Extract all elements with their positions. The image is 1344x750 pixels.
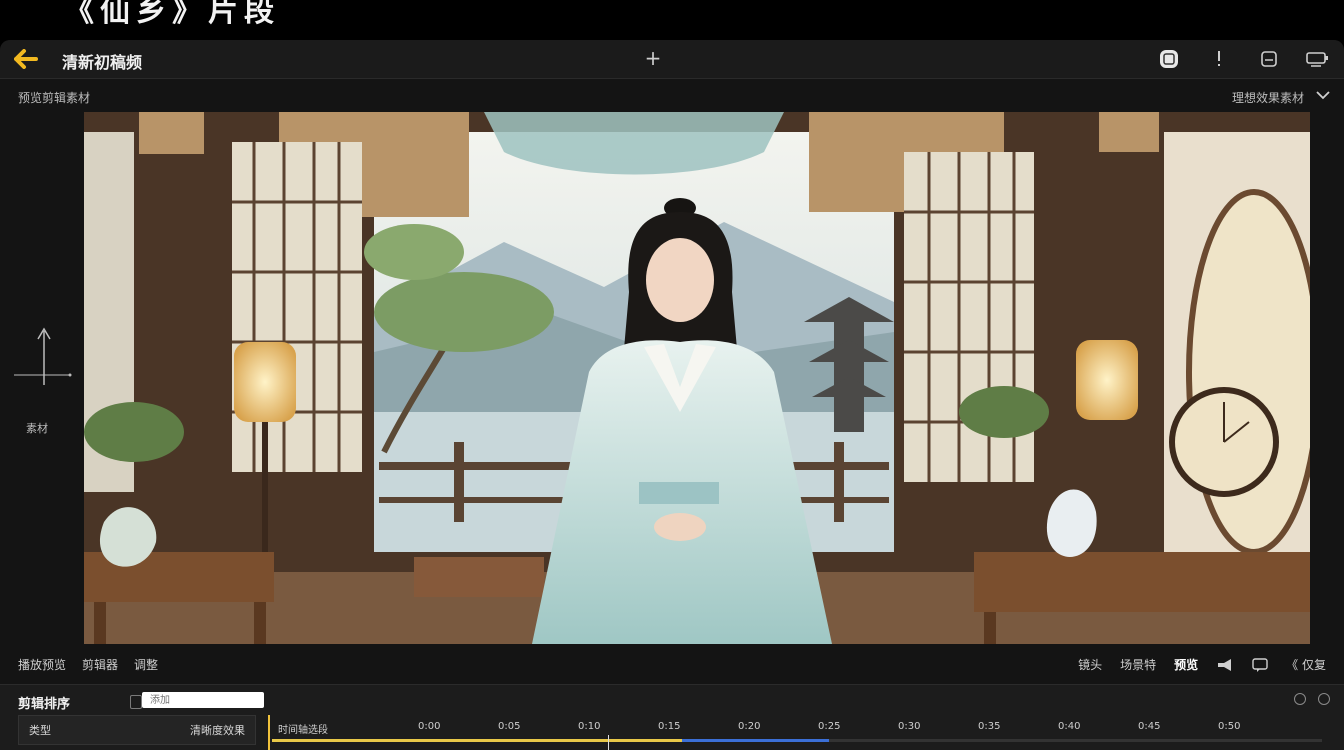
adjust-button[interactable]: 调整 [134,656,158,673]
timeline-title: 剪辑排序 [18,697,71,712]
preview-frame-image [84,112,1310,644]
app-badge-button[interactable] [1158,48,1180,70]
timeline-tick-label: 0:40 [1058,721,1081,732]
move-axis-icon [14,327,72,385]
banner-title: 《仙乡》片段 [64,0,280,29]
editor-window: 清新初稿频 + 预览剪辑素材 理想效果素材 素材 播放预览 剪辑器 调整 镜头 … [0,40,1344,750]
timeline-progress-played [272,739,682,742]
more-vertical-icon [1218,51,1220,66]
timeline-tick-label: 0:35 [978,721,1001,732]
zoom-in-icon[interactable] [1318,693,1330,705]
timeline-tick-label: 0:50 [1218,721,1241,732]
playhead-handle[interactable] [608,735,609,750]
chevron-down-icon[interactable] [1314,87,1332,103]
titlebar: 清新初稿频 + [0,40,1344,79]
timeline-tick-label: 0:45 [1138,721,1161,732]
search-icon [130,695,142,709]
revert-button[interactable]: 《 仅复 [1286,656,1326,673]
preview-source-label: 预览剪辑素材 [18,91,91,105]
timeline-tick-label: 0:25 [818,721,841,732]
timeline-panel: 剪辑排序 类型 清晰度效果 时间轴选段 0:00 0:05 0:10 0:15 0:20 0… [0,684,1344,750]
timeline-progress-selected [682,739,829,742]
timeline-ruler-label: 时间轴选段 [278,725,328,736]
preview-tab[interactable]: 预览 [1174,656,1198,673]
timeline-tick-label: 0:05 [498,721,521,732]
play-preview-button[interactable]: 播放预览 [18,656,66,673]
timeline-tick-label: 0:20 [738,721,761,732]
timeline-tick-label: 0:10 [578,721,601,732]
zoom-out-icon[interactable] [1294,693,1306,705]
scene-tab[interactable]: 场景特 [1120,656,1156,673]
save-button[interactable] [1258,48,1280,70]
megaphone-icon[interactable] [1216,658,1234,672]
timeline-tick-label: 0:30 [898,721,921,732]
export-icon [1306,52,1328,67]
timeline-progress-track[interactable] [272,739,1322,742]
add-button[interactable]: + [641,45,665,71]
project-title: 清新初稿频 [62,53,143,72]
arrow-left-icon [14,49,38,69]
preview-target-dropdown[interactable]: 理想效果素材 [1232,89,1304,106]
timeline-tick-label: 0:00 [418,721,441,732]
timeline-start-marker [268,715,270,750]
track-header[interactable]: 类型 清晰度效果 [18,715,256,745]
top-banner: 《仙乡》片段 [0,0,1344,40]
video-preview[interactable] [84,112,1310,644]
save-icon [1261,51,1277,67]
track-quality-label: 清晰度效果 [190,724,245,737]
transform-handle[interactable] [14,325,78,385]
timeline-ruler[interactable]: 时间轴选段 0:00 0:05 0:10 0:15 0:20 0:25 0:30 0:35 0:4… [268,715,1344,750]
more-button[interactable] [1210,48,1228,70]
comment-icon[interactable] [1252,657,1268,672]
preview-header: 预览剪辑素材 理想效果素材 [0,78,1344,112]
app-badge-icon [1160,50,1178,68]
shot-tab[interactable]: 镜头 [1078,656,1102,673]
preview-controls: 播放预览 剪辑器 调整 镜头 场景特 预览 《 仅复 [0,650,1344,678]
editor-button[interactable]: 剪辑器 [82,656,118,673]
timeline-search-input[interactable] [142,692,264,708]
timeline-tick-label: 0:15 [658,721,681,732]
plus-icon: + [644,46,662,70]
material-label: 素材 [26,422,48,435]
back-button[interactable] [10,46,42,72]
export-button[interactable] [1304,48,1330,70]
track-type-label: 类型 [29,724,51,737]
